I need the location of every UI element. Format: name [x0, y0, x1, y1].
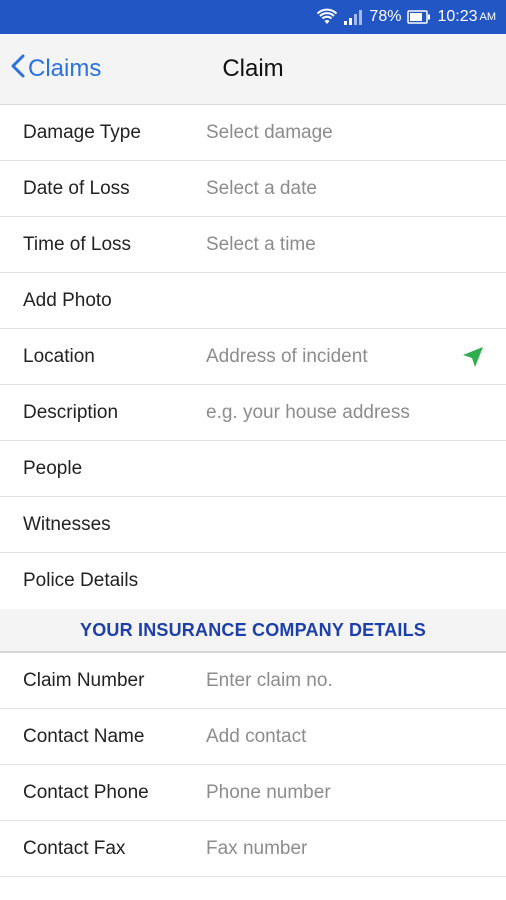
signal-icon — [343, 9, 363, 25]
date-picker[interactable]: Select a date — [206, 178, 317, 200]
claim-form: Damage Type Select damage Date of Loss S… — [0, 105, 506, 609]
row-label: Contact Phone — [23, 781, 149, 803]
battery-icon — [407, 10, 431, 24]
back-button[interactable]: Claims — [10, 34, 101, 104]
nav-bar: Claims Claim — [0, 34, 506, 105]
row-date-of-loss[interactable]: Date of Loss Select a date — [0, 161, 506, 217]
row-label: Description — [23, 401, 119, 423]
clock-time: 10:23 — [437, 8, 478, 25]
insurance-section-header: YOUR INSURANCE COMPANY DETAILS — [0, 609, 506, 653]
row-add-photo[interactable]: Add Photo — [0, 273, 506, 329]
row-claim-number[interactable]: Claim Number Enter claim no. — [0, 653, 506, 709]
contact-name-input[interactable]: Add contact — [206, 726, 306, 748]
chevron-left-icon — [10, 54, 28, 85]
back-label: Claims — [28, 55, 102, 82]
contact-fax-input[interactable]: Fax number — [206, 838, 307, 860]
row-description[interactable]: Description e.g. your house address — [0, 385, 506, 441]
clock-ampm: AM — [479, 11, 497, 23]
claim-number-input[interactable]: Enter claim no. — [206, 670, 333, 692]
row-label: People — [23, 457, 83, 479]
row-label: Contact Fax — [23, 837, 126, 859]
time-picker[interactable]: Select a time — [206, 234, 316, 256]
row-location[interactable]: Location Address of incident — [0, 329, 506, 385]
wifi-icon — [317, 8, 338, 26]
status-bar: 78% 10:23 AM — [0, 0, 506, 34]
insurance-form: Claim Number Enter claim no. Contact Nam… — [0, 653, 506, 877]
row-damage-type[interactable]: Damage Type Select damage — [0, 105, 506, 161]
row-label: Claim Number — [23, 669, 145, 691]
row-time-of-loss[interactable]: Time of Loss Select a time — [0, 217, 506, 273]
row-police-details[interactable]: Police Details — [0, 553, 506, 609]
row-label: Time of Loss — [23, 233, 132, 255]
row-contact-name[interactable]: Contact Name Add contact — [0, 709, 506, 765]
row-label: Add Photo — [23, 289, 112, 311]
row-people[interactable]: People — [0, 441, 506, 497]
row-contact-fax[interactable]: Contact Fax Fax number — [0, 821, 506, 877]
contact-phone-input[interactable]: Phone number — [206, 782, 331, 804]
row-label: Contact Name — [23, 725, 145, 747]
description-input[interactable]: e.g. your house address — [206, 402, 410, 424]
location-arrow-icon[interactable] — [462, 346, 484, 373]
row-label: Date of Loss — [23, 177, 130, 199]
row-contact-phone[interactable]: Contact Phone Phone number — [0, 765, 506, 821]
row-label: Damage Type — [23, 121, 141, 143]
clock: 10:23 AM — [437, 8, 496, 26]
row-witnesses[interactable]: Witnesses — [0, 497, 506, 553]
battery-percent: 78% — [369, 8, 402, 25]
row-label: Witnesses — [23, 513, 111, 535]
row-label: Location — [23, 345, 95, 367]
location-input[interactable]: Address of incident — [206, 346, 368, 368]
row-label: Police Details — [23, 570, 139, 591]
damage-type-select[interactable]: Select damage — [206, 122, 333, 144]
